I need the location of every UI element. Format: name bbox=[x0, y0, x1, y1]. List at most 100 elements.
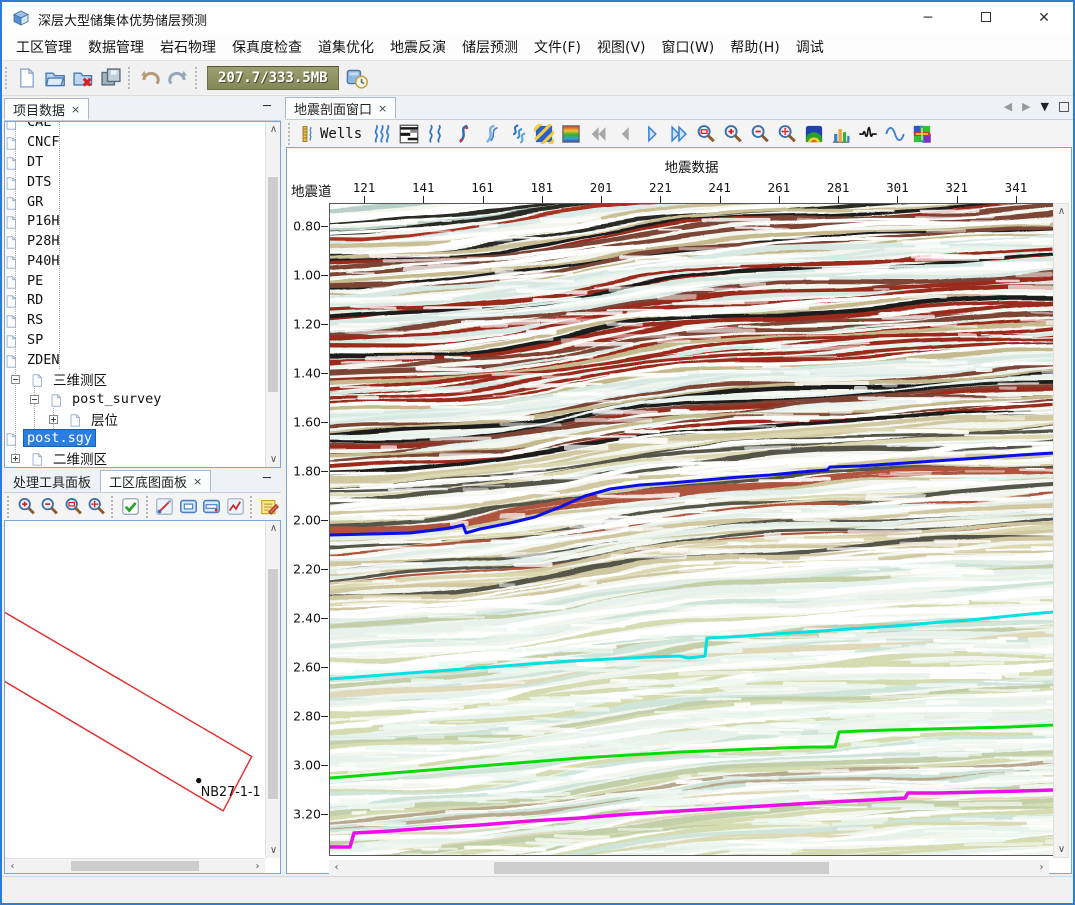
wavelet-button[interactable] bbox=[854, 122, 881, 146]
trace-curve-2-button[interactable] bbox=[476, 122, 503, 146]
menu-item-4[interactable]: 保真度检查 bbox=[224, 34, 310, 60]
scroll-right-icon[interactable]: › bbox=[250, 859, 265, 874]
zoom-out-button[interactable] bbox=[38, 495, 61, 519]
save-all-button[interactable] bbox=[97, 64, 125, 92]
capture-window-button[interactable] bbox=[177, 495, 200, 519]
zoom-window-button[interactable] bbox=[692, 122, 719, 146]
tree-item-label[interactable]: PE bbox=[24, 273, 46, 289]
tree-item-CNCF[interactable]: CNCF bbox=[5, 132, 63, 152]
collapse-icon[interactable] bbox=[11, 375, 20, 384]
wells-button[interactable]: Wells bbox=[298, 122, 368, 146]
scroll-thumb[interactable] bbox=[268, 569, 278, 799]
scroll-right-icon[interactable]: › bbox=[1034, 860, 1049, 875]
pattern-fill-button[interactable] bbox=[530, 122, 557, 146]
tree-item-label[interactable]: 二维测区 bbox=[50, 448, 110, 467]
tab-basemap[interactable]: 工区底图面板× bbox=[100, 470, 211, 492]
tab-close-icon[interactable]: × bbox=[378, 102, 387, 115]
maximize-button[interactable] bbox=[963, 2, 1009, 34]
tree-item-SP[interactable]: SP bbox=[5, 330, 46, 350]
panel-maximize-icon[interactable] bbox=[1059, 102, 1069, 112]
seismic-horizontal-scrollbar[interactable]: ‹ › bbox=[329, 860, 1049, 876]
minimize-button[interactable]: ─ bbox=[905, 2, 951, 34]
sine-wave-button[interactable] bbox=[881, 122, 908, 146]
colormap-button[interactable] bbox=[800, 122, 827, 146]
section-line-button[interactable] bbox=[223, 495, 246, 519]
scroll-left-icon[interactable]: ‹ bbox=[5, 859, 20, 874]
tree-item-label[interactable]: P28H bbox=[24, 233, 63, 249]
tree-item-label[interactable]: CAL bbox=[24, 122, 54, 130]
close-project-button[interactable] bbox=[69, 64, 97, 92]
scroll-down-icon[interactable]: ∨ bbox=[266, 452, 281, 467]
map-vertical-scrollbar[interactable]: ∧ ∨ bbox=[265, 521, 280, 858]
tree-item-P28H[interactable]: P28H bbox=[5, 231, 63, 251]
menu-item-3[interactable]: 岩石物理 bbox=[152, 34, 224, 60]
menu-item-2[interactable]: 数据管理 bbox=[80, 34, 152, 60]
seismic-vertical-scrollbar[interactable]: ∧ ∨ bbox=[1053, 203, 1069, 858]
menu-item-7[interactable]: 储层预测 bbox=[454, 34, 526, 60]
tree-item-label[interactable]: DT bbox=[24, 154, 46, 170]
close-button[interactable]: ✕ bbox=[1021, 2, 1067, 34]
map-horizontal-scrollbar[interactable]: ‹ › bbox=[5, 858, 265, 873]
zoom-in-button[interactable] bbox=[719, 122, 746, 146]
tree-item-label[interactable]: post_survey bbox=[69, 391, 164, 407]
tab-project-data[interactable]: 项目数据 × bbox=[4, 98, 89, 120]
tab-close-icon[interactable]: × bbox=[71, 103, 80, 116]
capture-region-button[interactable] bbox=[200, 495, 223, 519]
zoom-reset-button[interactable] bbox=[773, 122, 800, 146]
tree-item-postsgy[interactable]: post.sgy bbox=[5, 428, 95, 448]
tree-item-DT[interactable]: DT bbox=[5, 152, 46, 172]
histogram-button[interactable] bbox=[827, 122, 854, 146]
tree-item-GR[interactable]: GR bbox=[5, 192, 46, 212]
menu-item-1[interactable]: 工区管理 bbox=[8, 34, 80, 60]
undo-button[interactable] bbox=[136, 64, 164, 92]
zoom-reset-button[interactable] bbox=[85, 495, 108, 519]
tree-item-RS[interactable]: RS bbox=[5, 310, 46, 330]
go-previous-button[interactable] bbox=[611, 122, 638, 146]
tree-item-label[interactable]: ZDEN bbox=[24, 352, 63, 368]
tree-item-DTS[interactable]: DTS bbox=[5, 172, 54, 192]
scroll-down-icon[interactable]: ∨ bbox=[266, 843, 281, 858]
scroll-thumb[interactable] bbox=[494, 862, 829, 874]
tree-item-label[interactable]: RS bbox=[24, 312, 46, 328]
tree-item-label[interactable]: SP bbox=[24, 332, 46, 348]
tree-item-label[interactable]: CNCF bbox=[24, 134, 63, 150]
new-file-button[interactable] bbox=[13, 64, 41, 92]
go-first-button[interactable] bbox=[584, 122, 611, 146]
go-next-button[interactable] bbox=[638, 122, 665, 146]
tab-scroll-right-icon[interactable]: ▶ bbox=[1022, 100, 1030, 113]
basemap-canvas[interactable]: NB27-1-1 bbox=[5, 521, 265, 858]
menu-item-10[interactable]: 窗口(W) bbox=[654, 34, 723, 60]
tree-item-label[interactable]: DTS bbox=[24, 174, 54, 190]
tree-item-P40H[interactable]: P40H bbox=[5, 251, 63, 271]
tree-item-PE[interactable]: PE bbox=[5, 271, 46, 291]
go-last-button[interactable] bbox=[665, 122, 692, 146]
multi-wave-button[interactable] bbox=[503, 122, 530, 146]
menu-item-9[interactable]: 视图(V) bbox=[589, 34, 654, 60]
tree-item-P16H[interactable]: P16H bbox=[5, 211, 63, 231]
wiggle-display-button[interactable] bbox=[368, 122, 395, 146]
scroll-down-icon[interactable]: ∨ bbox=[1054, 842, 1069, 857]
tab-scroll-left-icon[interactable]: ◀ bbox=[1004, 100, 1012, 113]
tree-item-label[interactable]: 层位 bbox=[88, 409, 121, 429]
tab-seismic-section[interactable]: 地震剖面窗口 × bbox=[285, 97, 396, 119]
scroll-thumb[interactable] bbox=[71, 861, 199, 871]
well-marker[interactable] bbox=[196, 778, 201, 783]
scroll-thumb[interactable] bbox=[268, 177, 278, 392]
tab-list-dropdown-icon[interactable]: ▼ bbox=[1041, 100, 1049, 113]
scroll-up-icon[interactable]: ∧ bbox=[266, 122, 281, 137]
attribute-cross-button[interactable] bbox=[908, 122, 935, 146]
tree-item-label[interactable]: P40H bbox=[24, 253, 63, 269]
tree-item-label[interactable]: GR bbox=[24, 194, 46, 210]
scroll-up-icon[interactable]: ∧ bbox=[1054, 204, 1069, 219]
scroll-up-icon[interactable]: ∧ bbox=[266, 521, 281, 536]
tree-item-[interactable]: 三维测区 bbox=[5, 369, 110, 389]
tree-item-ZDEN[interactable]: ZDEN bbox=[5, 350, 63, 370]
annotate-button[interactable] bbox=[258, 495, 281, 519]
tree-item-post_survey[interactable]: post_survey bbox=[5, 389, 164, 409]
tree-item-label[interactable]: post.sgy bbox=[24, 430, 95, 446]
color-density-button[interactable] bbox=[557, 122, 584, 146]
tree-item-RD[interactable]: RD bbox=[5, 290, 46, 310]
tree-item-label[interactable]: 三维测区 bbox=[50, 369, 110, 389]
tree-vertical-scrollbar[interactable]: ∧ ∨ bbox=[265, 122, 280, 467]
panel-minimize-icon[interactable]: ─ bbox=[259, 473, 275, 487]
